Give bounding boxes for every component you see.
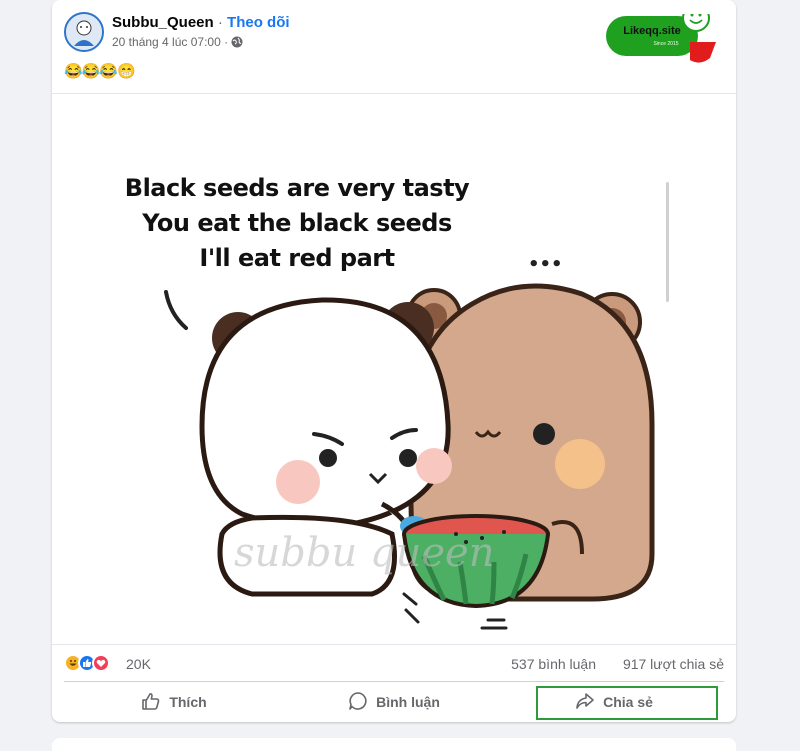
comment-icon [348, 691, 368, 714]
reaction-count[interactable]: 20K [126, 656, 151, 672]
post-caption: 😂😂😂😁 [64, 63, 136, 80]
author-name[interactable]: Subbu_Queen [112, 14, 214, 31]
globe-icon [231, 36, 243, 48]
post-meta: 20 tháng 4 lúc 07:00 · [112, 35, 243, 49]
post-actions: Thích Bình luận Chia sẻ [64, 684, 724, 720]
bears-illustration: ••• subbu queen [164, 254, 655, 630]
follow-button[interactable]: Theo dõi [227, 14, 290, 31]
badge-since-text: Since 2015 [653, 41, 678, 47]
meme-ellipsis: ••• [528, 254, 563, 275]
post-timestamp[interactable]: 20 tháng 4 lúc 07:00 · [112, 35, 228, 49]
likeqq-badge: Likeqq.site Since 2015 [606, 4, 716, 63]
share-count[interactable]: 917 lượt chia sẻ [623, 656, 724, 672]
badge-site-text: Likeqq.site [623, 25, 680, 37]
author-avatar[interactable] [64, 12, 104, 52]
share-button[interactable]: Chia sẻ [504, 684, 724, 720]
like-button[interactable]: Thích [64, 684, 284, 720]
like-label: Thích [169, 694, 207, 710]
share-label: Chia sẻ [603, 694, 653, 710]
post-stats: 20K 537 bình luận 917 lượt chia sẻ [64, 652, 724, 676]
love-icon [92, 654, 110, 672]
post-header: Subbu_Queen · Theo dõi [112, 14, 290, 31]
actions-divider [64, 681, 724, 682]
separator-dot: · [213, 14, 228, 31]
thumbs-up-icon [141, 691, 161, 714]
comment-label: Bình luận [376, 694, 440, 710]
image-watermark: subbu queen [234, 530, 494, 576]
comment-button[interactable]: Bình luận [284, 684, 504, 720]
next-post-card [52, 738, 736, 751]
reaction-icons[interactable] [64, 654, 110, 672]
feed-post: Subbu_Queen · Theo dõi 20 tháng 4 lúc 07… [52, 0, 736, 722]
post-image[interactable]: Black seeds are very tasty You eat the b… [52, 93, 736, 645]
share-arrow-icon [575, 691, 595, 714]
comment-count[interactable]: 537 bình luận [511, 656, 596, 672]
